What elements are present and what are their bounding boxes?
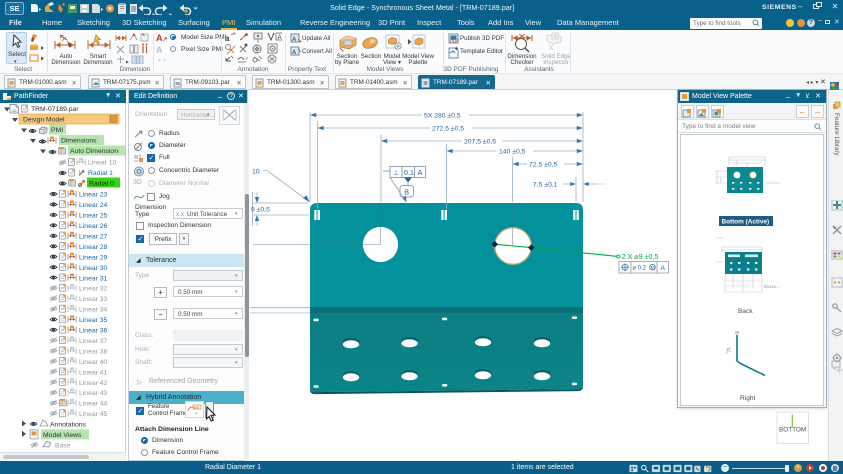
- svg-text:140 ±0,5: 140 ±0,5: [499, 149, 526, 156]
- svg-text:207,5 ±0,5: 207,5 ±0,5: [464, 139, 496, 146]
- svg-text:Linear 41: Linear 41: [79, 369, 108, 376]
- svg-text:0.1: 0.1: [404, 168, 414, 177]
- svg-text:a: a: [225, 34, 230, 43]
- svg-text:Linear 23: Linear 23: [79, 192, 108, 199]
- svg-text:Linear 43: Linear 43: [79, 390, 108, 397]
- svg-text:10: 10: [252, 169, 260, 176]
- svg-text:Linear 40: Linear 40: [79, 359, 108, 366]
- svg-text:Bxxxx...: Bxxxx...: [764, 284, 780, 289]
- svg-text:Linear 35: Linear 35: [79, 317, 108, 324]
- svg-text:Linear 24: Linear 24: [79, 202, 108, 209]
- svg-text:✓: ✓: [245, 56, 249, 62]
- svg-text:Linear 29: Linear 29: [79, 254, 108, 261]
- svg-text:M: M: [651, 265, 655, 271]
- svg-text:Linear 33: Linear 33: [79, 296, 108, 303]
- svg-text:2 X ⌀9 ±0,5: 2 X ⌀9 ±0,5: [622, 252, 659, 261]
- svg-text:Linear 25: Linear 25: [79, 213, 108, 220]
- svg-text:5X 280 ±0,5: 5X 280 ±0,5: [424, 113, 461, 120]
- svg-text:Radial 1: Radial 1: [88, 170, 113, 177]
- svg-text:B: B: [404, 188, 409, 197]
- svg-text:Bottom (Active): Bottom (Active): [722, 218, 770, 225]
- svg-text:7,5 ±0,1: 7,5 ±0,1: [533, 182, 558, 189]
- svg-text:Linear 26: Linear 26: [79, 223, 108, 230]
- svg-text:A: A: [661, 265, 666, 272]
- svg-text:⌀ 0.2: ⌀ 0.2: [633, 266, 647, 272]
- svg-text:Design Model: Design Model: [23, 117, 65, 124]
- svg-text:PDF: PDF: [450, 39, 459, 44]
- svg-text:Linear 38: Linear 38: [79, 348, 108, 355]
- svg-text:A: A: [292, 50, 297, 56]
- svg-text:Linear 44: Linear 44: [79, 401, 108, 408]
- svg-text:Model Views: Model Views: [43, 432, 82, 439]
- svg-text:Linear 45: Linear 45: [79, 411, 108, 418]
- svg-text:9 ±0,5: 9 ±0,5: [251, 207, 270, 214]
- svg-text:Linear 42: Linear 42: [79, 380, 108, 387]
- svg-text:Annotations: Annotations: [50, 422, 87, 429]
- svg-text:xx: xx: [195, 411, 199, 415]
- svg-text:Linear 32: Linear 32: [79, 286, 108, 293]
- svg-text:Back: Back: [738, 308, 753, 315]
- svg-text:Linear 31: Linear 31: [79, 275, 108, 282]
- svg-text:Linear 10: Linear 10: [88, 160, 117, 167]
- svg-text:PMI: PMI: [51, 127, 63, 134]
- svg-text:Right: Right: [740, 395, 756, 402]
- svg-text:A: A: [418, 168, 423, 177]
- svg-text:Auto Dimension: Auto Dimension: [70, 148, 118, 155]
- svg-text:A: A: [278, 35, 282, 41]
- svg-text:Linear 30: Linear 30: [79, 265, 108, 272]
- svg-text:Linear 37: Linear 37: [79, 338, 108, 345]
- svg-text:Linear 27: Linear 27: [79, 234, 108, 241]
- svg-text:Linear 28: Linear 28: [79, 244, 108, 251]
- svg-text:272,5 ±0,5: 272,5 ±0,5: [432, 126, 464, 133]
- svg-text:BOTTOM: BOTTOM: [779, 427, 806, 434]
- svg-text:Linear 36: Linear 36: [79, 328, 108, 335]
- svg-text:⌀⊕: ⌀⊕: [194, 406, 199, 410]
- svg-text:Radial 0: Radial 0: [89, 180, 114, 187]
- svg-text:⊥: ⊥: [393, 168, 399, 177]
- svg-text:A: A: [292, 37, 297, 43]
- svg-text:TRM-07189.par: TRM-07189.par: [31, 106, 79, 113]
- svg-text:72,5 ±0,5: 72,5 ±0,5: [529, 162, 558, 169]
- svg-text:Dimensions: Dimensions: [61, 138, 97, 145]
- svg-text:Base: Base: [55, 443, 71, 450]
- svg-text:Linear 34: Linear 34: [79, 307, 108, 314]
